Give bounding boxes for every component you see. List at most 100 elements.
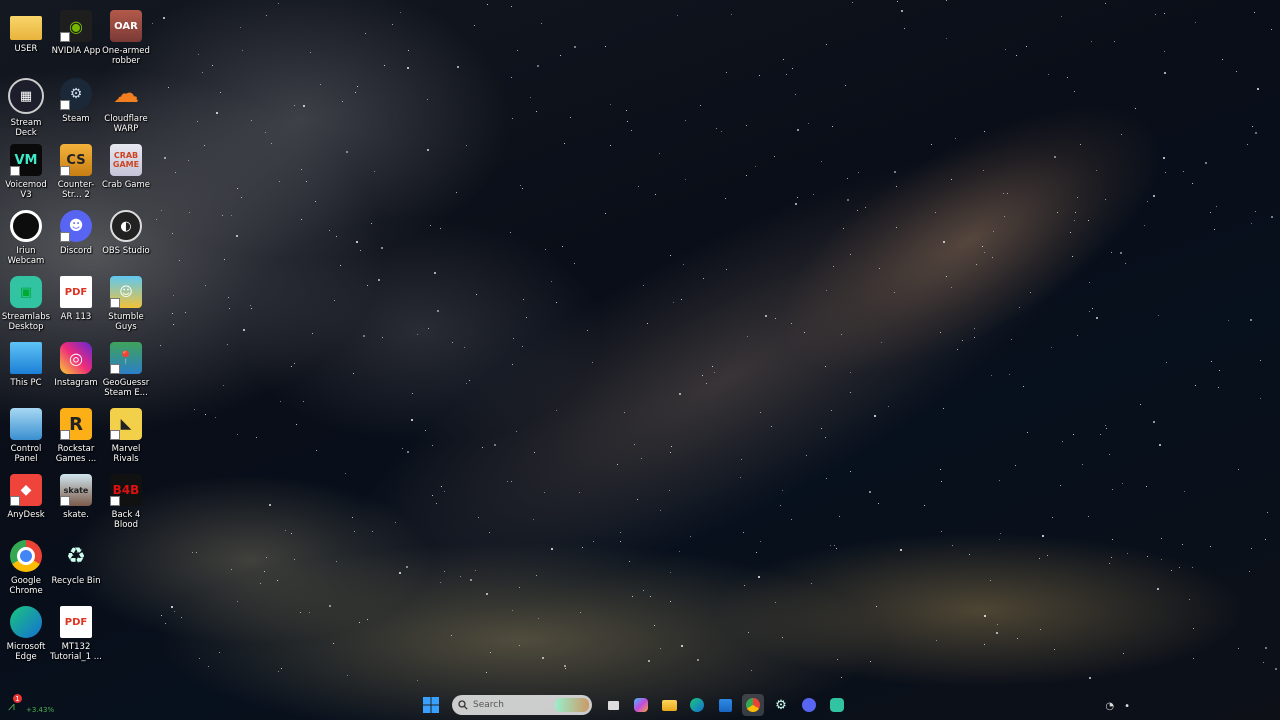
desktop-icon-this-pc[interactable]: This PC: [0, 342, 52, 388]
desktop-icon-geoguessr[interactable]: 📍 GeoGuessr Steam E...: [100, 342, 152, 398]
taskbar-search-box[interactable]: Search: [452, 695, 592, 715]
desktop-icon-iriun-webcam[interactable]: Iriun Webcam: [0, 210, 52, 266]
star: [670, 571, 672, 573]
star: [407, 67, 410, 70]
obs-icon: ◐: [110, 210, 142, 242]
desktop-icon-stumble-guys[interactable]: ☺ Stumble Guys: [100, 276, 152, 332]
taskbar: ⩘ 1 +3.43% Search ⚙ ◔ •: [0, 690, 1280, 720]
star: [522, 299, 524, 301]
star: [433, 271, 436, 274]
star: [1210, 211, 1212, 213]
start-button[interactable]: [420, 694, 442, 716]
desktop-icon-skate[interactable]: skate skate.: [50, 474, 102, 520]
steam-taskbar-button[interactable]: ⚙: [770, 694, 792, 716]
desktop-icon-rockstar[interactable]: R Rockstar Games ...: [50, 408, 102, 464]
desktop-icon-crab-game[interactable]: CRAB GAME Crab Game: [100, 144, 152, 190]
desktop-icon-nvidia-app[interactable]: ◉ NVIDIA App: [50, 10, 102, 56]
star: [605, 212, 607, 214]
star: [631, 596, 633, 598]
desktop-icon-marvel-rivals[interactable]: ◣ Marvel Rivals: [100, 408, 152, 464]
star: [951, 179, 953, 181]
stock-widget[interactable]: ⩘ 1 +3.43%: [8, 694, 54, 714]
star: [1161, 538, 1162, 540]
star: [543, 492, 545, 494]
star: [1029, 291, 1031, 293]
star: [684, 178, 686, 180]
desktop-icon-control-panel[interactable]: Control Panel: [0, 408, 52, 464]
desktop-icon-anydesk[interactable]: ◆ AnyDesk: [0, 474, 52, 520]
discord-taskbar-button[interactable]: [798, 694, 820, 716]
star: [1122, 483, 1124, 485]
star: [276, 579, 278, 581]
desktop-icon-mt132[interactable]: PDF MT132 Tutorial_1 ...: [50, 606, 102, 662]
desktop-icon-label: Iriun Webcam: [7, 246, 45, 266]
star: [592, 362, 594, 364]
desktop-icon-ar113[interactable]: PDF AR 113: [50, 276, 102, 322]
star: [605, 45, 607, 47]
star: [294, 559, 296, 561]
star: [1026, 432, 1028, 434]
desktop-icon-label: This PC: [10, 378, 42, 388]
star: [655, 193, 657, 195]
desktop-icon-google-chrome[interactable]: Google Chrome: [0, 540, 52, 596]
desktop-icon-voicemod[interactable]: VM Voicemod V3: [0, 144, 52, 200]
star: [764, 314, 767, 317]
star: [1265, 647, 1268, 650]
star: [551, 547, 554, 550]
desktop-icon-recycle-bin[interactable]: ♻ Recycle Bin: [50, 540, 102, 587]
desktop-icon-microsoft-edge[interactable]: Microsoft Edge: [0, 606, 52, 662]
desktop-icon-one-armed-robber[interactable]: OAR One-armed robber: [100, 10, 152, 66]
star: [485, 593, 488, 596]
edge-taskbar-button[interactable]: [686, 694, 708, 716]
star: [179, 259, 181, 261]
star: [251, 307, 253, 309]
copilot-button[interactable]: [630, 694, 652, 716]
star: [164, 157, 167, 160]
marvel-rivals-icon: ◣: [110, 408, 142, 440]
star: [1266, 512, 1268, 514]
file-explorer-button[interactable]: [658, 694, 680, 716]
star: [370, 223, 372, 225]
star: [1161, 558, 1163, 560]
desktop-icon-steam[interactable]: ⚙ Steam: [50, 78, 102, 124]
tray-mic-icon[interactable]: •: [1124, 701, 1130, 712]
desktop-icon-back4blood[interactable]: B4B Back 4 Blood: [100, 474, 152, 530]
star: [460, 576, 462, 578]
chrome-taskbar-button[interactable]: [742, 694, 764, 716]
store-button[interactable]: [714, 694, 736, 716]
desktop-icon-cloudflare-warp[interactable]: ☁ Cloudflare WARP: [100, 78, 152, 134]
tray-wifi-icon[interactable]: ◔: [1105, 701, 1114, 712]
star: [309, 611, 311, 613]
streamlabs-taskbar-button[interactable]: [826, 694, 848, 716]
desktop-icon-counter-strike[interactable]: CS Counter-Str... 2: [50, 144, 102, 200]
star: [758, 74, 760, 76]
star: [850, 254, 852, 256]
star: [168, 86, 169, 88]
desktop-icon-label: Control Panel: [10, 444, 42, 464]
chrome-icon: [746, 698, 760, 712]
desktop-icon-label: Stream Deck: [10, 118, 42, 138]
desktop-icon-user[interactable]: USER: [0, 10, 52, 54]
star: [1047, 74, 1049, 76]
star: [300, 218, 302, 220]
task-view-button[interactable]: [602, 694, 624, 716]
star: [537, 64, 540, 67]
star: [475, 294, 477, 296]
star: [465, 145, 467, 147]
desktop-icon-stream-deck[interactable]: ▦ Stream Deck: [0, 78, 52, 138]
desktop-icon-instagram[interactable]: ◎ Instagram: [50, 342, 102, 388]
steam-icon: ⚙: [60, 78, 92, 110]
star: [198, 54, 200, 56]
stumble-guys-icon: ☺: [110, 276, 142, 308]
star: [1111, 251, 1113, 253]
desktop-icon-discord[interactable]: ☻ Discord: [50, 210, 102, 256]
star: [1125, 263, 1127, 265]
star: [940, 530, 942, 532]
star: [367, 284, 369, 286]
star: [1152, 421, 1155, 424]
desktop-icon-streamlabs[interactable]: ▣ Streamlabs Desktop: [0, 276, 52, 332]
star: [328, 605, 331, 608]
star: [518, 645, 520, 647]
desktop-icon-obs-studio[interactable]: ◐ OBS Studio: [100, 210, 152, 256]
star: [212, 65, 214, 67]
